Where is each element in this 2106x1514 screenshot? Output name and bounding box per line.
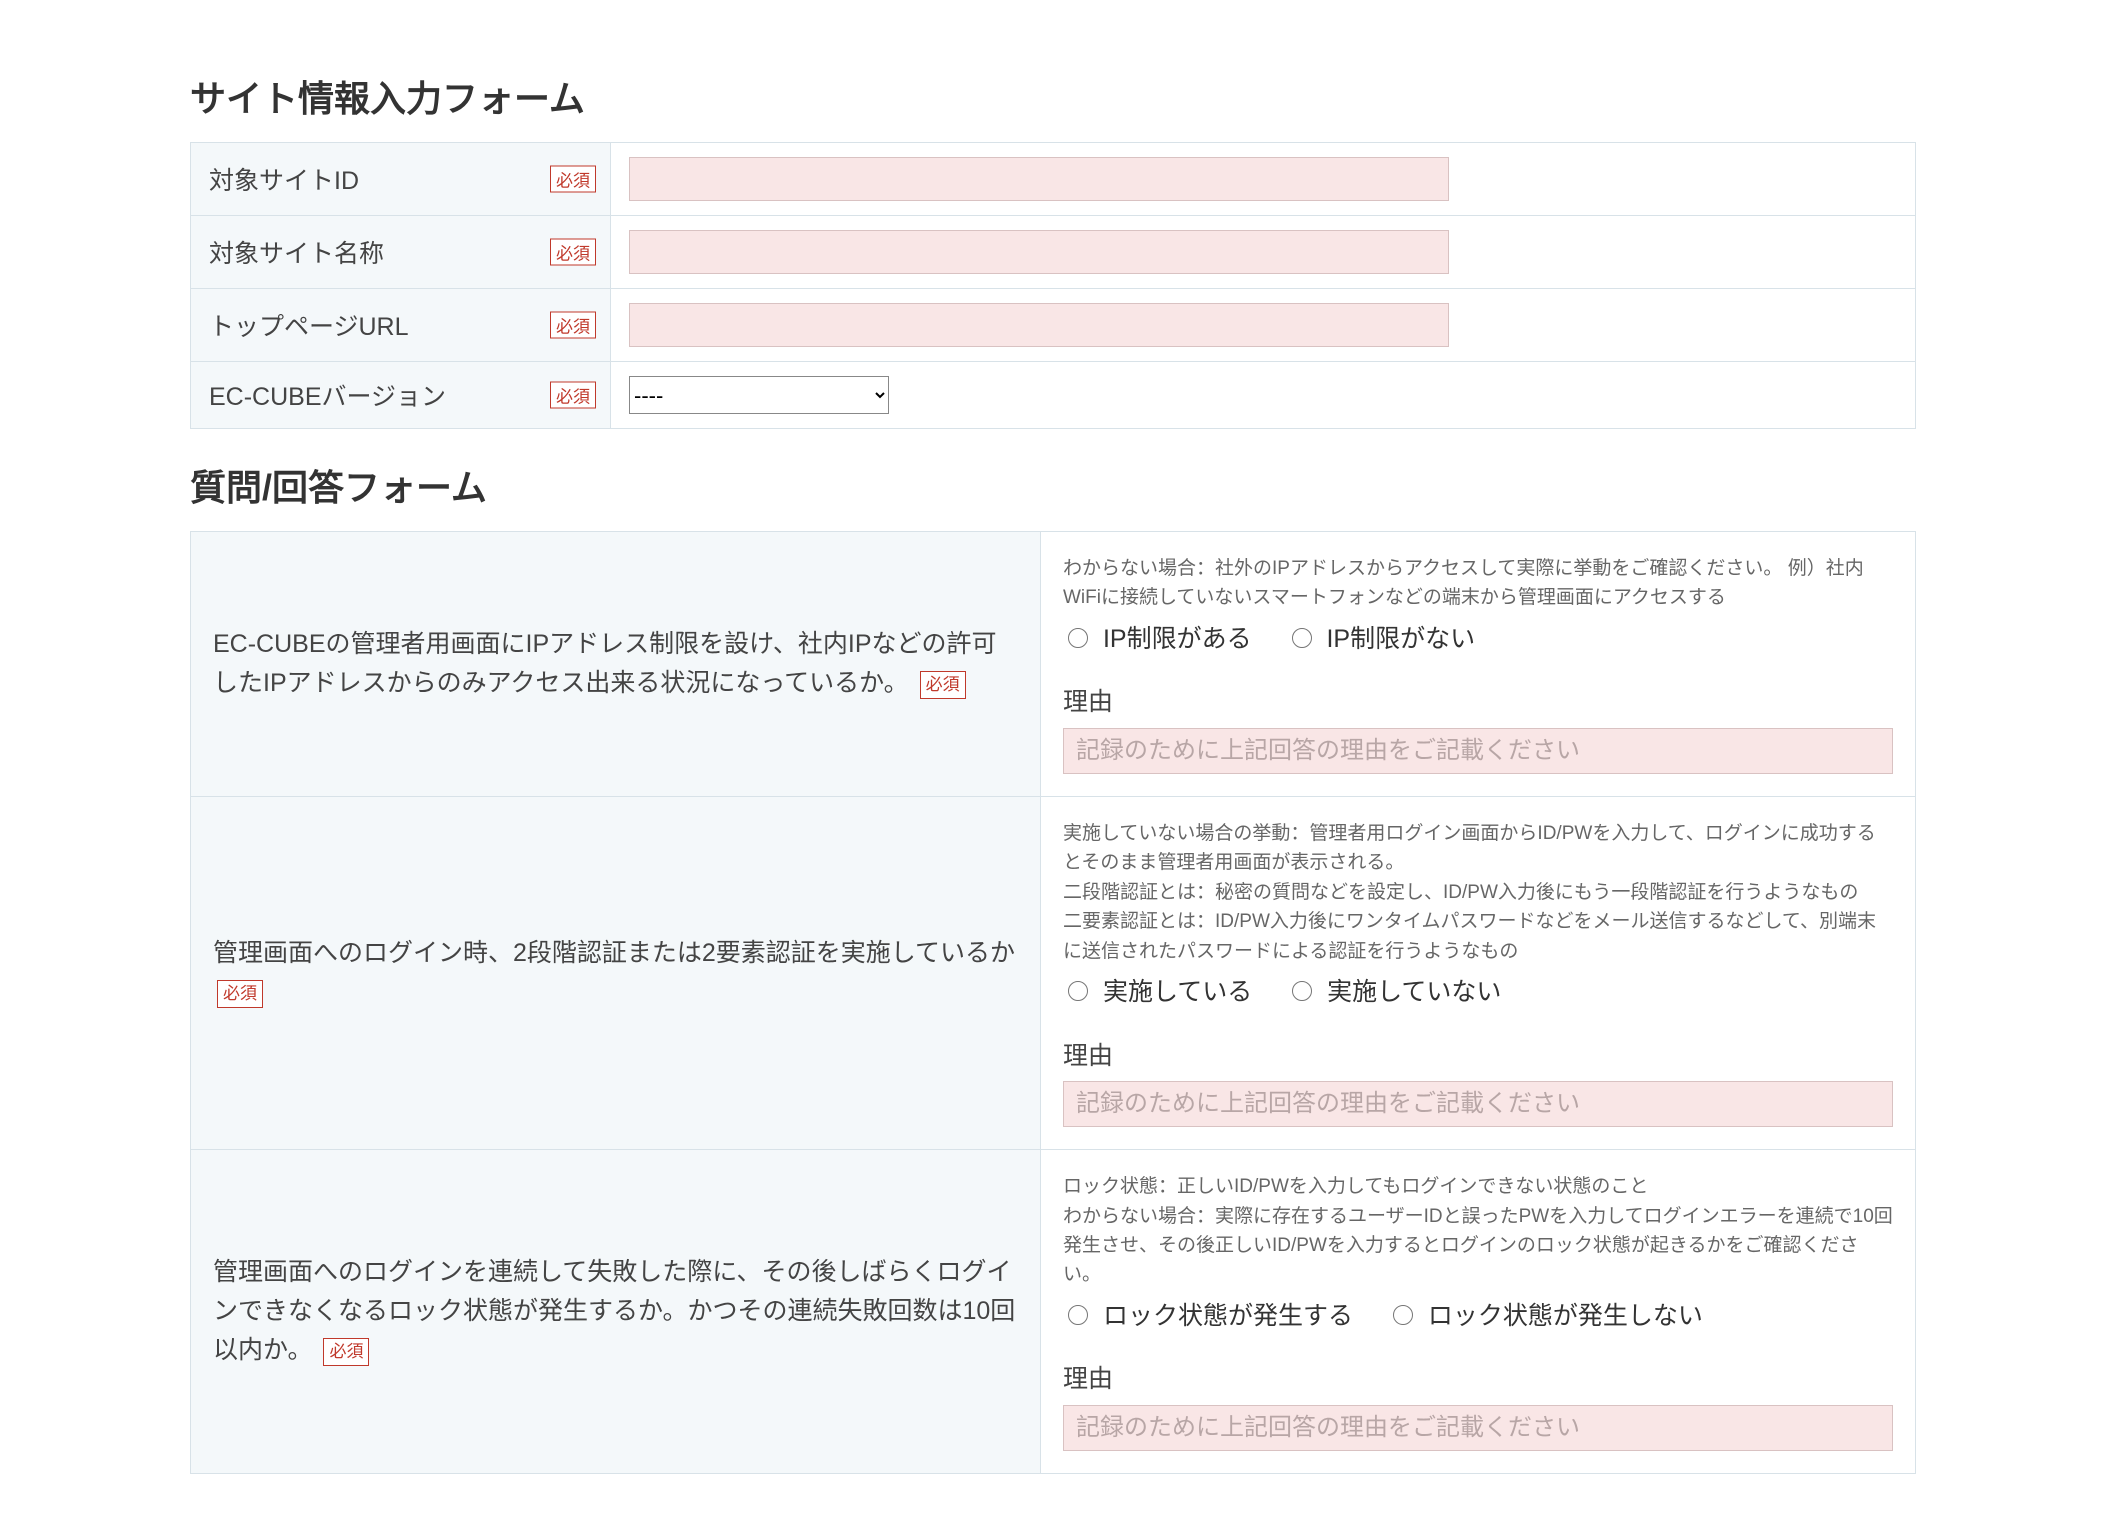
qa-label-q1: EC-CUBEの管理者用画面にIPアドレス制限を設け、社内IPなどの許可したIP…: [191, 532, 1041, 797]
qa-input-q3: ロック状態：正しいID/PWを入力してもログインできない状態のこと わからない場…: [1041, 1150, 1916, 1474]
required-badge: 必須: [550, 166, 596, 193]
required-badge: 必須: [920, 671, 966, 699]
radio-q2-no[interactable]: [1292, 981, 1312, 1001]
radio-label-q2-yes[interactable]: 実施している: [1063, 978, 1259, 1006]
question-text: EC-CUBEの管理者用画面にIPアドレス制限を設け、社内IPなどの許可したIP…: [213, 630, 997, 697]
label-site-name: 対象サイト名称 必須: [191, 216, 611, 289]
section-title-site-info: サイト情報入力フォーム: [190, 70, 1916, 122]
reason-label: 理由: [1063, 684, 1893, 722]
radio-text: 実施している: [1103, 978, 1252, 1006]
required-badge: 必須: [323, 1338, 369, 1366]
select-eccube-version[interactable]: ----: [629, 376, 889, 414]
label-site-id: 対象サイトID 必須: [191, 143, 611, 216]
radio-text: IP制限がある: [1103, 625, 1252, 653]
radio-label-q3-yes[interactable]: ロック状態が発生する: [1063, 1302, 1360, 1330]
radio-text: IP制限がない: [1326, 625, 1475, 653]
radio-text: ロック状態が発生しない: [1428, 1302, 1703, 1330]
section-title-qa: 質問/回答フォーム: [190, 459, 1916, 511]
radio-q2-yes[interactable]: [1068, 981, 1088, 1001]
radio-label-q3-no[interactable]: ロック状態が発生しない: [1388, 1302, 1703, 1330]
label-text: トップページURL: [209, 313, 409, 341]
label-text: 対象サイト名称: [209, 240, 384, 268]
label-top-url: トップページURL 必須: [191, 289, 611, 362]
reason-label: 理由: [1063, 1038, 1893, 1076]
radio-q3-yes[interactable]: [1068, 1305, 1088, 1325]
qa-input-q2: 実施していない場合の挙動：管理者用ログイン画面からID/PWを入力して、ログイン…: [1041, 796, 1916, 1149]
site-info-table: 対象サイトID 必須 対象サイト名称 必須 トップページURL 必須 EC-CU…: [190, 142, 1916, 429]
label-text: 対象サイトID: [209, 167, 359, 195]
hint-text: わからない場合：社外のIPアドレスからアクセスして実際に挙動をご確認ください。 …: [1063, 554, 1893, 613]
radio-label-q1-no[interactable]: IP制限がない: [1287, 625, 1476, 653]
required-badge: 必須: [550, 382, 596, 409]
cell-eccube-version: ----: [611, 362, 1916, 429]
hint-text: ロック状態：正しいID/PWを入力してもログインできない状態のこと わからない場…: [1063, 1172, 1893, 1290]
radio-q1-no[interactable]: [1292, 628, 1312, 648]
cell-top-url: [611, 289, 1916, 362]
required-badge: 必須: [550, 239, 596, 266]
input-site-name[interactable]: [629, 230, 1449, 274]
qa-label-q2: 管理画面へのログイン時、2段階認証または2要素認証を実施しているか 必須: [191, 796, 1041, 1149]
qa-input-q1: わからない場合：社外のIPアドレスからアクセスして実際に挙動をご確認ください。 …: [1041, 532, 1916, 797]
radio-text: 実施していない: [1327, 978, 1501, 1006]
hint-text: 実施していない場合の挙動：管理者用ログイン画面からID/PWを入力して、ログイン…: [1063, 819, 1893, 966]
cell-site-name: [611, 216, 1916, 289]
cell-site-id: [611, 143, 1916, 216]
radio-q1-yes[interactable]: [1068, 628, 1088, 648]
reason-label: 理由: [1063, 1361, 1893, 1399]
radio-label-q2-no[interactable]: 実施していない: [1287, 978, 1501, 1006]
reason-input-q3[interactable]: [1063, 1405, 1893, 1451]
required-badge: 必須: [217, 980, 263, 1008]
radio-row-q3: ロック状態が発生する ロック状態が発生しない: [1063, 1298, 1893, 1336]
radio-q3-no[interactable]: [1393, 1305, 1413, 1325]
radio-row-q2: 実施している 実施していない: [1063, 974, 1893, 1012]
reason-input-q1[interactable]: [1063, 728, 1893, 774]
required-badge: 必須: [550, 312, 596, 339]
input-site-id[interactable]: [629, 157, 1449, 201]
input-top-url[interactable]: [629, 303, 1449, 347]
question-text: 管理画面へのログイン時、2段階認証または2要素認証を実施しているか: [213, 939, 1015, 967]
reason-input-q2[interactable]: [1063, 1081, 1893, 1127]
label-text: EC-CUBEバージョン: [209, 383, 446, 411]
radio-label-q1-yes[interactable]: IP制限がある: [1063, 625, 1259, 653]
radio-row-q1: IP制限がある IP制限がない: [1063, 621, 1893, 659]
qa-label-q3: 管理画面へのログインを連続して失敗した際に、その後しばらくログインできなくなるロ…: [191, 1150, 1041, 1474]
label-eccube-version: EC-CUBEバージョン 必須: [191, 362, 611, 429]
radio-text: ロック状態が発生する: [1103, 1302, 1353, 1330]
qa-table: EC-CUBEの管理者用画面にIPアドレス制限を設け、社内IPなどの許可したIP…: [190, 531, 1916, 1474]
